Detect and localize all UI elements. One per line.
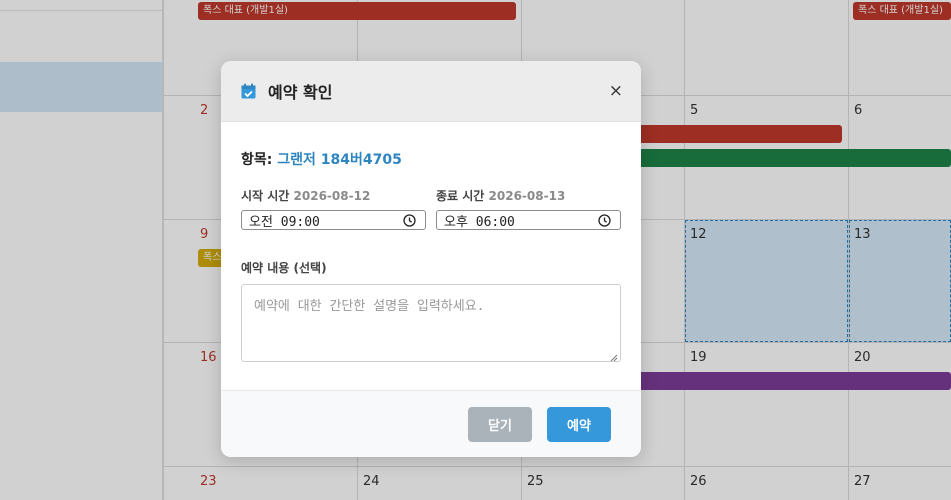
clock-icon[interactable] (403, 214, 416, 227)
start-time-label: 시작 시간 2026-08-12 (241, 187, 426, 204)
end-time-input[interactable]: 오후 06:00 (436, 210, 621, 230)
item-row: 항목: 그랜저 184버4705 (241, 149, 621, 169)
start-date: 2026-08-12 (293, 189, 371, 203)
item-value: 그랜저 184버4705 (277, 152, 402, 168)
start-time-group: 시작 시간 2026-08-12 오전 09:00 (241, 187, 426, 230)
modal-footer: 닫기 예약 (221, 390, 641, 457)
modal-title: 예약 확인 (268, 83, 333, 102)
start-time-input[interactable]: 오전 09:00 (241, 210, 426, 230)
end-date: 2026-08-13 (488, 189, 566, 203)
end-time-label-text: 종료 시간 (436, 189, 485, 203)
modal-header: 예약 확인 × (221, 61, 641, 122)
clock-icon[interactable] (598, 214, 611, 227)
calendar-check-icon (241, 83, 256, 99)
reserve-button[interactable]: 예약 (547, 407, 611, 442)
start-time-value: 오전 09:00 (249, 214, 320, 230)
description-textarea[interactable]: 예약에 대한 간단한 설명을 입력하세요. (241, 284, 621, 362)
description-label: 예약 내용 (선택) (241, 261, 327, 275)
reservation-modal: 예약 확인 × 항목: 그랜저 184버4705 시작 시간 2026-08-1… (221, 61, 641, 457)
end-time-label: 종료 시간 2026-08-13 (436, 187, 621, 204)
time-row: 시작 시간 2026-08-12 오전 09:00 종료 시간 2026-08-… (241, 187, 621, 230)
close-button[interactable]: 닫기 (468, 407, 532, 442)
end-time-value: 오후 06:00 (444, 214, 515, 230)
start-time-label-text: 시작 시간 (241, 189, 290, 203)
modal-body: 항목: 그랜저 184버4705 시작 시간 2026-08-12 오전 09:… (221, 149, 641, 362)
item-label: 항목: (241, 152, 273, 168)
end-time-group: 종료 시간 2026-08-13 오후 06:00 (436, 187, 621, 230)
description-placeholder: 예약에 대한 간단한 설명을 입력하세요. (254, 299, 485, 314)
close-icon[interactable]: × (609, 81, 623, 101)
resize-handle-icon[interactable] (610, 351, 618, 362)
